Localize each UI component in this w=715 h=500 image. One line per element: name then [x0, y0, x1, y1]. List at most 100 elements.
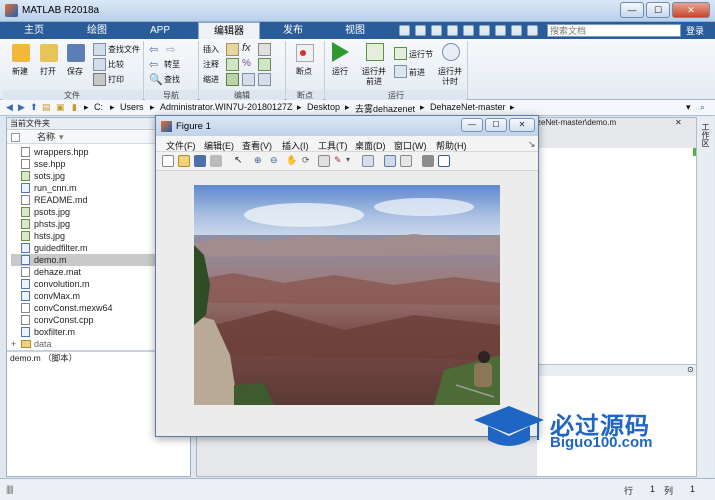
- print-button[interactable]: 打印: [108, 74, 124, 85]
- brush-dropdown-icon[interactable]: ▾: [346, 155, 358, 167]
- file-list-item[interactable]: wrappers.hpp: [11, 146, 161, 158]
- column-name[interactable]: 名称: [37, 131, 55, 144]
- paste-icon[interactable]: [447, 25, 458, 36]
- figure-title-bar[interactable]: Figure 1 — ☐ ✕: [156, 116, 538, 136]
- dropdown-icon[interactable]: [527, 25, 538, 36]
- menu-tools[interactable]: 工具(T): [318, 139, 348, 152]
- file-list-item[interactable]: convConst.cpp: [11, 314, 161, 326]
- new-button-label[interactable]: 新建: [12, 66, 28, 77]
- print-figure-icon[interactable]: [210, 155, 222, 167]
- advance-icon[interactable]: [394, 65, 407, 78]
- show-tools-icon[interactable]: [438, 155, 450, 167]
- link-plot-icon[interactable]: [362, 155, 374, 167]
- file-list-item[interactable]: demo.m: [11, 254, 161, 266]
- insert-section-icon[interactable]: [226, 43, 239, 56]
- editor-close-icon[interactable]: ✕: [675, 118, 682, 127]
- find-files-button[interactable]: 查找文件: [108, 44, 140, 55]
- back-arrow-icon[interactable]: ◀: [6, 102, 13, 113]
- expand-icon[interactable]: +: [11, 338, 16, 350]
- signin-link[interactable]: 登录: [686, 24, 704, 37]
- save-icon[interactable]: [67, 44, 85, 62]
- sort-icon[interactable]: ▾: [59, 131, 64, 144]
- open-folder-icon[interactable]: [40, 44, 58, 62]
- find-icon[interactable]: 🔍: [149, 73, 163, 86]
- crumb-users[interactable]: Users: [120, 102, 144, 112]
- function-icon[interactable]: fx: [242, 42, 255, 55]
- legend-icon[interactable]: [400, 155, 412, 167]
- goto-button[interactable]: 转至: [164, 59, 180, 70]
- figure-minimize-button[interactable]: —: [461, 118, 483, 132]
- tab-home[interactable]: 主页: [4, 22, 64, 39]
- file-list-item[interactable]: sots.jpg: [11, 170, 161, 182]
- tab-editor[interactable]: 编辑器: [198, 22, 260, 39]
- select-all-checkbox[interactable]: [11, 133, 20, 142]
- file-list-item[interactable]: convConst.mexw64: [11, 302, 161, 314]
- run-icon[interactable]: [332, 42, 349, 62]
- menu-view[interactable]: 查看(V): [242, 139, 272, 152]
- zoom-in-icon[interactable]: ⊕: [254, 155, 266, 167]
- figure-close-button[interactable]: ✕: [509, 118, 535, 132]
- percent-icon[interactable]: %: [242, 58, 255, 71]
- brush-icon[interactable]: ✎: [334, 155, 346, 167]
- menu-window[interactable]: 窗口(W): [394, 139, 427, 152]
- wrap-comment-icon[interactable]: [258, 58, 271, 71]
- menu-dock-icon[interactable]: ↘: [528, 139, 536, 150]
- help-icon[interactable]: [511, 25, 522, 36]
- crumb-drive[interactable]: C:: [94, 102, 103, 112]
- up-folder-icon[interactable]: ⬆: [30, 102, 38, 113]
- folder-icon[interactable]: ▤: [42, 102, 51, 113]
- redo-icon[interactable]: [479, 25, 490, 36]
- address-dropdown-icon[interactable]: ▾: [686, 102, 691, 113]
- find-button[interactable]: 查找: [164, 74, 180, 85]
- browse-folder-icon[interactable]: ▣: [56, 102, 65, 113]
- menu-edit[interactable]: 编辑(E): [204, 139, 234, 152]
- command-window-menu-icon[interactable]: ⊙: [687, 365, 694, 374]
- save-button-label[interactable]: 保存: [67, 66, 83, 77]
- indent-button[interactable]: 缩进: [203, 74, 219, 85]
- menu-desktop[interactable]: 桌面(D): [355, 139, 386, 152]
- file-list-item[interactable]: boxfilter.m: [11, 326, 161, 338]
- menu-insert[interactable]: 插入(I): [282, 139, 309, 152]
- run-advance-line2[interactable]: 前进: [366, 76, 382, 87]
- crumb-current[interactable]: DehazeNet-master: [430, 102, 506, 112]
- file-list-item[interactable]: + data: [11, 338, 161, 350]
- search-input[interactable]: [547, 24, 681, 37]
- file-list-item[interactable]: sse.hpp: [11, 158, 161, 170]
- smart-indent-icon[interactable]: [226, 73, 239, 86]
- file-list-item[interactable]: dehaze.mat: [11, 266, 161, 278]
- open-file-icon[interactable]: [178, 155, 190, 167]
- rotate-icon[interactable]: ⟳: [302, 155, 314, 167]
- print-icon[interactable]: [93, 73, 106, 86]
- file-list-item[interactable]: convolution.m: [11, 278, 161, 290]
- new-figure-icon[interactable]: [162, 155, 174, 167]
- zoom-out-icon[interactable]: ⊖: [270, 155, 282, 167]
- file-list-item[interactable]: run_cnn.m: [11, 182, 161, 194]
- minimize-button[interactable]: —: [620, 2, 644, 18]
- editor-tab-demo[interactable]: zeNet-master\demo.m: [537, 118, 687, 130]
- open-button-label[interactable]: 打开: [40, 66, 56, 77]
- tab-plots[interactable]: 绘图: [64, 22, 130, 39]
- figure-canvas[interactable]: [156, 171, 538, 436]
- crumb-project[interactable]: 去雾dehazenet: [355, 102, 415, 115]
- cut-icon[interactable]: [415, 25, 426, 36]
- outdent-icon[interactable]: [258, 73, 271, 86]
- compare-button[interactable]: 比较: [108, 59, 124, 70]
- pan-icon[interactable]: ✋: [286, 155, 298, 167]
- data-cursor-icon[interactable]: [318, 155, 330, 167]
- run-section-icon[interactable]: [394, 47, 407, 60]
- forward-icon[interactable]: ⇨: [166, 43, 179, 56]
- switch-windows-icon[interactable]: [495, 25, 506, 36]
- run-advance-icon[interactable]: [366, 43, 384, 61]
- search-folder-icon[interactable]: ⌕: [700, 102, 705, 113]
- run-and-time-icon[interactable]: [442, 43, 460, 61]
- hide-tools-icon[interactable]: [422, 155, 434, 167]
- comment-button[interactable]: 注释: [203, 59, 219, 70]
- crumb-desktop[interactable]: Desktop: [307, 102, 340, 112]
- insert-dropdown-icon[interactable]: [258, 43, 271, 56]
- goto-icon[interactable]: ⇦: [149, 58, 162, 71]
- edit-plot-icon[interactable]: ↖: [234, 155, 246, 167]
- tab-view[interactable]: 视图: [324, 22, 386, 39]
- file-list-item[interactable]: README.md: [11, 194, 161, 206]
- find-files-icon[interactable]: [93, 43, 106, 56]
- insert-button[interactable]: 插入: [203, 44, 219, 55]
